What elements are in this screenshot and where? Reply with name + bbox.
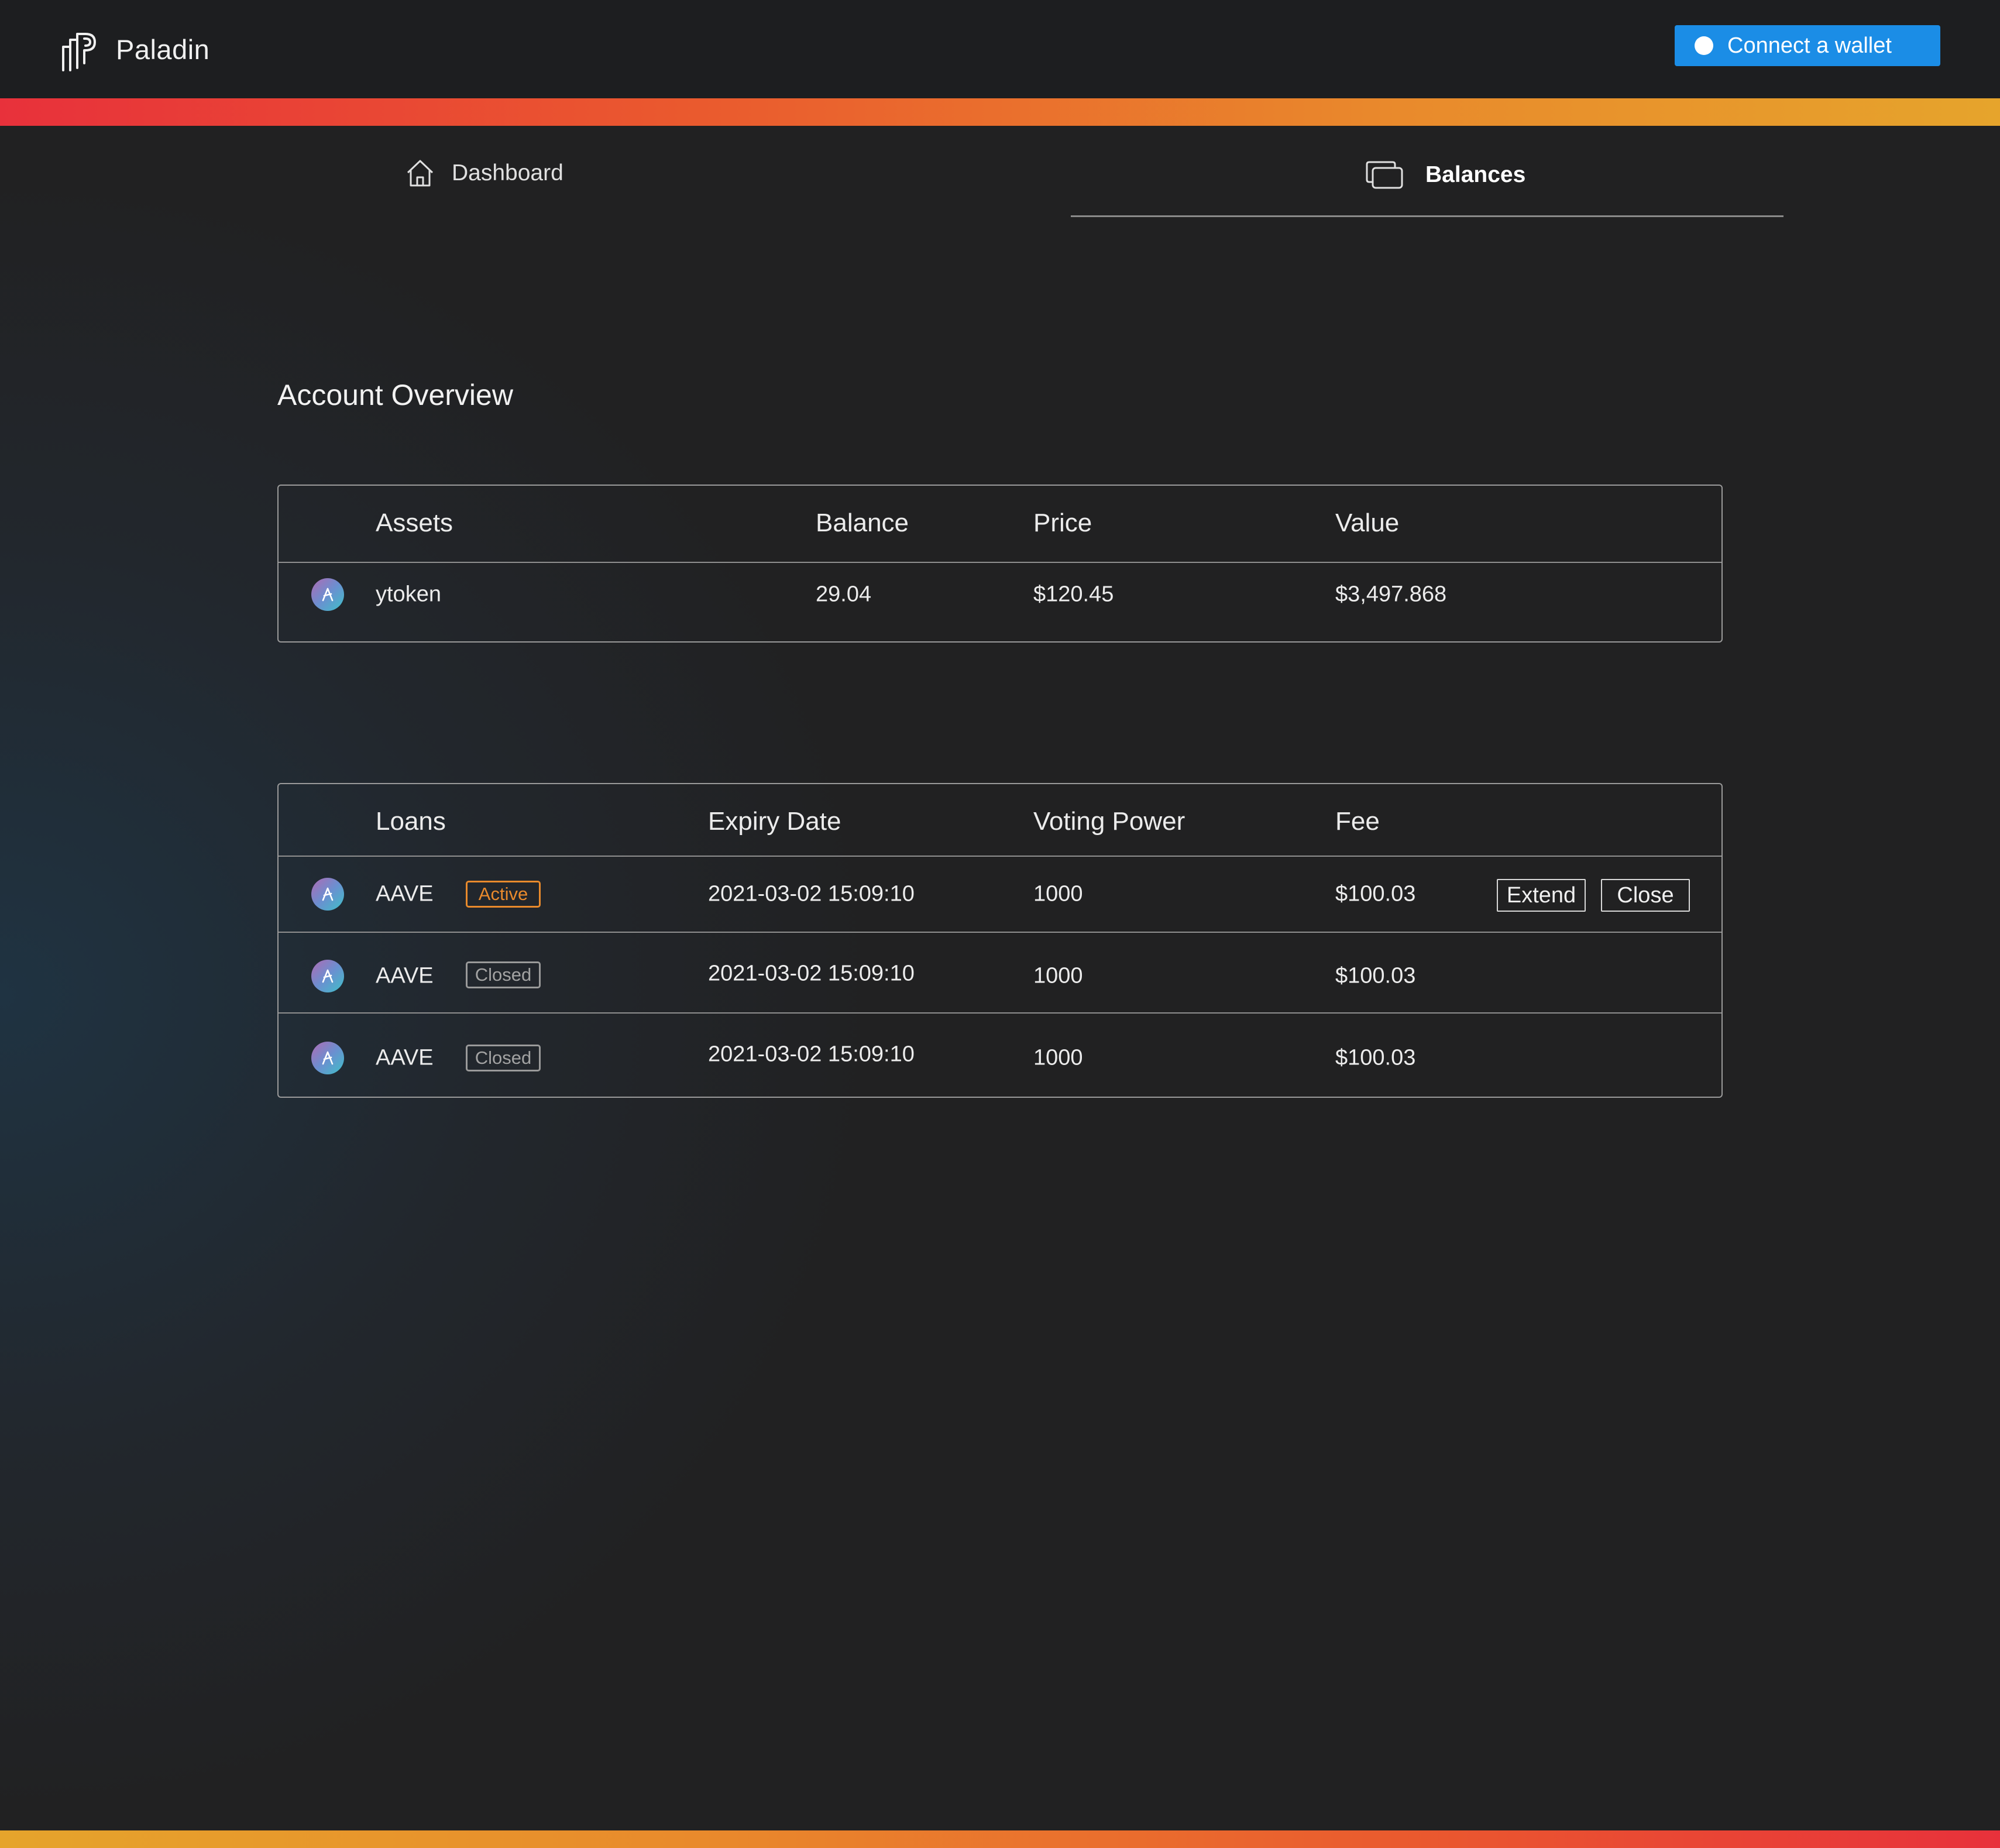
page-title: Account Overview (277, 379, 513, 411)
aave-token-icon (311, 878, 344, 911)
paladin-logo-icon (62, 33, 96, 71)
divider (279, 932, 1721, 933)
asset-price: $120.45 (1033, 582, 1114, 607)
column-header-expiry-date: Expiry Date (708, 807, 841, 836)
loan-voting-power: 1000 (1033, 1045, 1083, 1070)
tab-dashboard-label: Dashboard (452, 160, 563, 186)
asset-balance: 29.04 (816, 582, 872, 607)
active-tab-indicator (1071, 215, 1783, 217)
divider (279, 856, 1721, 857)
tab-balances-label: Balances (1425, 162, 1526, 187)
column-header-balance: Balance (816, 509, 909, 537)
tab-balances[interactable]: Balances (1366, 157, 1525, 193)
tab-dashboard[interactable]: Dashboard (405, 156, 563, 191)
column-header-loans: Loans (376, 807, 446, 836)
status-badge: Closed (466, 1045, 541, 1071)
aave-token-icon (311, 960, 344, 992)
loan-voting-power: 1000 (1033, 881, 1083, 906)
app-name: Paladin (116, 33, 210, 65)
loan-expiry-date: 2021-03-02 15:09:10 (708, 881, 915, 906)
connect-wallet-button[interactable]: Connect a wallet (1675, 25, 1940, 66)
loan-fee: $100.03 (1335, 1045, 1416, 1070)
wallet-cards-icon (1366, 161, 1403, 189)
column-header-assets: Assets (376, 509, 453, 537)
home-icon (407, 160, 434, 187)
brand[interactable]: Paladin (60, 27, 209, 71)
wallet-status-dot-icon (1695, 36, 1713, 55)
aave-token-icon (311, 1042, 344, 1074)
top-bar: Paladin Connect a wallet (0, 0, 2000, 98)
column-header-fee: Fee (1335, 807, 1380, 836)
column-header-value: Value (1335, 509, 1400, 537)
loan-token: AAVE (376, 963, 434, 988)
loan-token: AAVE (376, 1045, 434, 1070)
asset-value: $3,497.868 (1335, 582, 1447, 607)
loan-voting-power: 1000 (1033, 963, 1083, 988)
divider (279, 1012, 1721, 1014)
loans-table: Loans Expiry Date Voting Power Fee AAVE … (277, 783, 1723, 1098)
asset-name: ytoken (376, 582, 441, 607)
close-loan-button[interactable]: Close (1601, 879, 1690, 912)
connect-wallet-label: Connect a wallet (1727, 33, 1892, 58)
loan-fee: $100.03 (1335, 881, 1416, 906)
status-badge: Active (466, 881, 541, 908)
loan-token: AAVE (376, 881, 434, 906)
column-header-price: Price (1033, 509, 1092, 537)
divider (279, 562, 1721, 563)
aave-token-icon (311, 578, 344, 611)
header-gradient-bar (0, 98, 2000, 126)
column-header-voting-power: Voting Power (1033, 807, 1185, 836)
status-badge: Closed (466, 961, 541, 988)
loan-expiry-date: 2021-03-02 15:09:10 (708, 1042, 915, 1067)
assets-table: Assets Balance Price Value ytoken 29.04 … (277, 485, 1723, 643)
loan-expiry-date: 2021-03-02 15:09:10 (708, 961, 915, 986)
loan-fee: $100.03 (1335, 963, 1416, 988)
footer-gradient-bar (0, 1830, 2000, 1848)
extend-button[interactable]: Extend (1497, 879, 1586, 912)
